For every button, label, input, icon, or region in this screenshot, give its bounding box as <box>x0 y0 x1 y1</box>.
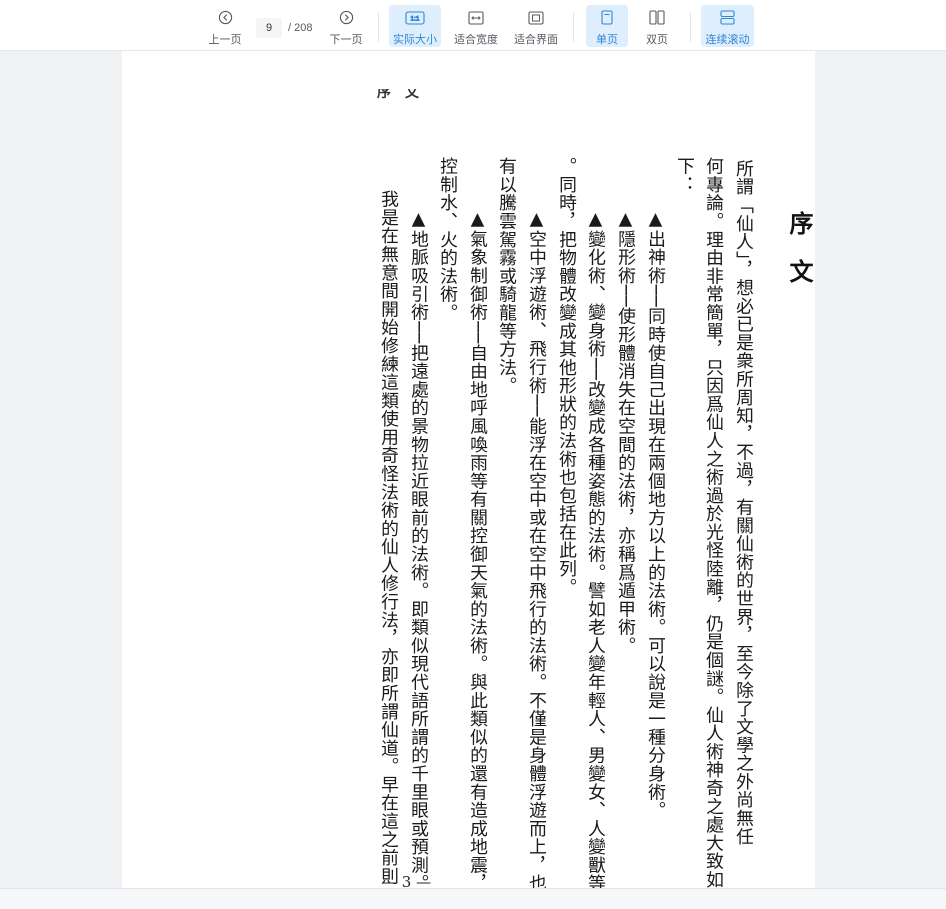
document-page: 序 文 序文 所謂「仙人」，想必已是衆所周知，不過，有關仙術的世界，至今除了文學… <box>122 51 815 892</box>
text-column: 我是在無意間開始修練這類使用奇怪法術的仙人修行法，亦即所謂仙道。早在這之前則 <box>378 190 399 886</box>
document-viewer[interactable]: 序 文 序文 所謂「仙人」，想必已是衆所周知，不過，有關仙術的世界，至今除了文學… <box>0 51 946 892</box>
text-column: ▲空中浮遊術、飛行術──能浮在空中或在空中飛行的法術。不僅是身體浮遊而上，也 <box>526 190 547 893</box>
actual-size-icon: 1:1 <box>405 7 425 28</box>
text-column: 有以騰雲駕霧或騎龍等方法。 <box>496 157 517 395</box>
next-page-label: 下一页 <box>329 34 363 46</box>
single-page-button[interactable]: 单页 <box>586 5 628 47</box>
actual-size-icon-text: 1:1 <box>410 15 419 22</box>
text-column: ▲地脈吸引術──把遠處的景物拉近眼前的法術。即類似現代語所謂的千里眼或預測。 <box>408 190 429 893</box>
text-column: 。同時，把物體改變成其他形狀的法術也包括在此列。 <box>556 157 577 596</box>
fit-page-icon <box>528 7 544 28</box>
chevron-left-circle-icon <box>218 7 233 28</box>
text-column: ▲出神術──同時使自己出現在兩個地方以上的法術。可以說是一種分身術。 <box>645 190 666 820</box>
single-page-label: 单页 <box>596 34 618 46</box>
status-bar <box>0 888 946 909</box>
page-number-input[interactable] <box>256 18 282 38</box>
fit-page-label: 适合界面 <box>514 34 558 46</box>
page-indicator: / 208 <box>256 17 316 39</box>
double-page-icon <box>649 7 665 28</box>
fit-width-button[interactable]: 适合宽度 <box>451 5 501 47</box>
double-page-button[interactable]: 双页 <box>636 5 678 47</box>
continuous-scroll-label: 连续滚动 <box>705 34 750 46</box>
text-column: ▲氣象制御術──自由地呼風喚雨等有關控御天氣的法術。與此類似的還有造成地震， <box>467 190 488 893</box>
toolbar-divider <box>573 12 574 42</box>
continuous-scroll-icon <box>720 7 735 28</box>
toolbar-divider <box>378 12 379 42</box>
prev-page-label: 上一页 <box>208 34 242 46</box>
prev-page-button[interactable]: 上一页 <box>205 5 245 47</box>
text-column: 下： <box>674 157 695 194</box>
fit-width-icon <box>468 7 484 28</box>
double-page-label: 双页 <box>646 34 668 46</box>
single-page-icon <box>601 7 613 28</box>
fit-width-label: 适合宽度 <box>454 34 498 46</box>
running-header: 序 文 <box>377 89 419 101</box>
text-column: 何專論。理由非常簡單，只因爲仙人之術過於光怪陸離，仍是個謎。仙人術神奇之處大致如 <box>703 157 724 889</box>
chevron-right-circle-icon <box>339 7 354 28</box>
text-column: 所謂「仙人」，想必已是衆所周知，不過，有關仙術的世界，至今除了文學之外尚無任 <box>733 141 754 846</box>
continuous-scroll-button[interactable]: 连续滚动 <box>701 5 754 47</box>
next-page-button[interactable]: 下一页 <box>326 5 366 47</box>
actual-size-label: 实际大小 <box>393 34 437 46</box>
total-pages: / 208 <box>288 22 313 34</box>
toolbar-divider <box>690 12 691 42</box>
page-title: 序文 <box>785 211 814 307</box>
actual-size-button[interactable]: 1:1 实际大小 <box>389 5 441 47</box>
text-column: ▲變化術、變身術──改變成各種姿態的法術。譬如老人變年輕人、男變女、人變獸等 <box>585 190 606 893</box>
text-column: 控制水、火的法術。 <box>437 157 458 322</box>
text-column: ▲隱形術──使形體消失在空間的法術，亦稱爲遁甲術。 <box>615 190 636 655</box>
fit-page-button[interactable]: 适合界面 <box>511 5 561 47</box>
viewer-toolbar: 上一页 / 208 下一页 1:1 实际大小 适合宽度 适合界面 单页 <box>0 0 946 51</box>
